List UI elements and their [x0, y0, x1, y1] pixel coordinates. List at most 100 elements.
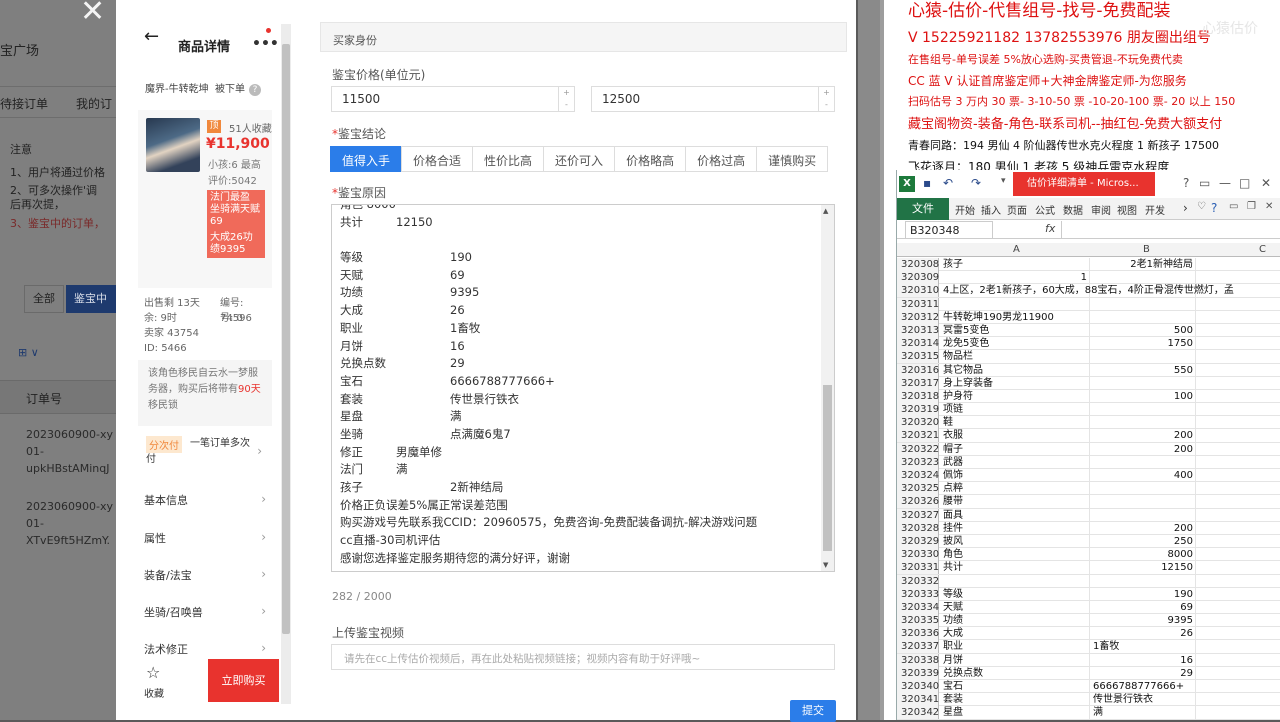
ribbon-display-icon[interactable]: ▭ [1199, 176, 1210, 190]
cell-b[interactable]: 69 [1091, 601, 1193, 614]
conclusion-option-worth-buying[interactable]: 值得入手 [330, 146, 403, 172]
row-number[interactable]: 320310 [897, 284, 939, 298]
minimize-workbook-icon[interactable]: ▭ [1229, 201, 1238, 212]
maximize-icon[interactable]: □ [1239, 176, 1250, 190]
preview-scrollbar[interactable] [281, 24, 291, 704]
cell-a[interactable]: 武器 [943, 456, 963, 469]
sheet-row[interactable]: 320328 挂件 200 [897, 521, 1280, 535]
cell-a[interactable]: 面具 [943, 509, 963, 522]
column-header-c[interactable]: C [1259, 244, 1266, 255]
cell-a[interactable]: 宝石 [943, 680, 963, 693]
ribbon-tab[interactable]: 数据 [1063, 202, 1083, 217]
row-number[interactable]: 320314 [897, 337, 939, 351]
cell-b[interactable]: 1畜牧 [1093, 640, 1119, 653]
sheet-row[interactable]: 320311 [897, 297, 1280, 311]
sheet-row[interactable]: 320315 物品栏 [897, 350, 1280, 364]
row-number[interactable]: 320316 [897, 363, 939, 377]
close-icon[interactable]: ✕ [80, 0, 105, 29]
star-icon[interactable]: ☆ [146, 663, 160, 682]
formula-input[interactable] [1061, 221, 1280, 239]
cell-a[interactable]: 角色 [943, 548, 963, 561]
row-number[interactable]: 320337 [897, 640, 939, 654]
help-icon[interactable]: ? [248, 84, 261, 96]
conclusion-option-too-high[interactable]: 价格过高 [685, 146, 758, 172]
cell-b[interactable]: 12150 [1091, 561, 1193, 574]
sheet-row[interactable]: 320313 冥雷5变色 500 [897, 323, 1280, 338]
sheet-row[interactable]: 320327 面具 [897, 508, 1280, 522]
excel-app-icon[interactable]: X [899, 176, 915, 192]
ribbon-tab[interactable]: 页面 [1007, 202, 1027, 217]
favorite-label[interactable]: 收藏 [144, 685, 164, 700]
bg-tab-pending[interactable]: 待接订单 [0, 95, 48, 112]
row-number[interactable]: 320338 [897, 653, 939, 667]
conclusion-option-caution[interactable]: 谨慎购买 [756, 146, 829, 172]
row-number[interactable]: 320317 [897, 376, 939, 390]
scrollbar-thumb[interactable] [282, 44, 290, 634]
sheet-row[interactable]: 320316 其它物品 550 [897, 363, 1280, 377]
row-number[interactable]: 320309 [897, 271, 939, 285]
ribbon-scroll-icon[interactable]: › [1183, 201, 1188, 215]
cell-b[interactable]: 550 [1091, 364, 1193, 377]
cell-a[interactable]: 套装 [943, 693, 963, 706]
row-number[interactable]: 320319 [897, 403, 939, 417]
help-circle-icon[interactable]: ? [1211, 201, 1217, 215]
row-number[interactable]: 320342 [897, 706, 939, 720]
row-number[interactable]: 320322 [897, 442, 939, 456]
price-max-input[interactable]: 12500 + - [591, 86, 835, 112]
sheet-row[interactable]: 320309 1 [897, 271, 1280, 285]
back-arrow-icon[interactable]: ← [144, 26, 159, 47]
cell-b[interactable]: 500 [1091, 324, 1193, 337]
sheet-row[interactable]: 320321 衣服 200 [897, 429, 1280, 443]
sheet-row[interactable]: 320334 天赋 69 [897, 600, 1280, 615]
cell-b[interactable]: 190 [1091, 588, 1193, 601]
table-row[interactable]: 2023060900-xy 01- XTvE9ft5HZmY. [26, 498, 113, 549]
customize-toolbar-icon[interactable]: ▾ [1001, 176, 1006, 186]
row-number[interactable]: 320324 [897, 469, 939, 482]
sheet-row[interactable]: 320330 角色 8000 [897, 548, 1280, 562]
cell-b[interactable]: 16 [1091, 654, 1193, 667]
save-icon[interactable]: ▪ [923, 176, 931, 190]
textarea-scrollbar[interactable]: ▲ ▼ [821, 205, 834, 571]
heart-icon[interactable]: ♡ [1197, 201, 1206, 212]
video-link-input[interactable]: 请先在cc上传估价视频后，再在此处粘贴视频链接；视频内容有助于好评哦~ [331, 644, 835, 670]
ribbon-tab[interactable]: 审阅 [1091, 202, 1111, 217]
row-number[interactable]: 320329 [897, 534, 939, 548]
column-header-a[interactable]: A [1013, 244, 1020, 255]
sheet-row[interactable]: 320329 披风 250 [897, 534, 1280, 549]
row-number[interactable]: 320311 [897, 297, 939, 311]
cell-a[interactable]: 腰带 [943, 495, 963, 508]
row-number[interactable]: 320326 [897, 495, 939, 509]
sheet-row[interactable]: 320317 身上穿装备 [897, 376, 1280, 390]
cell-a[interactable]: 护身符 [943, 390, 973, 403]
cell-a[interactable]: 兑换点数 [943, 667, 983, 680]
row-number[interactable]: 320312 [897, 310, 939, 324]
close-workbook-icon[interactable]: ✕ [1265, 201, 1273, 212]
file-tab[interactable]: 文件 [897, 198, 949, 220]
price-min-stepper[interactable]: + - [558, 87, 574, 111]
cell-a[interactable]: 月饼 [943, 654, 963, 667]
sheet-row[interactable]: 320342 星盘 满 [897, 706, 1280, 720]
fx-icon[interactable]: fx [1045, 222, 1055, 235]
cell-a[interactable]: 披风 [943, 535, 963, 548]
cell-a[interactable]: 物品栏 [943, 350, 973, 363]
sheet-row[interactable]: 320337 职业 1畜牧 [897, 640, 1280, 654]
conclusion-option-fair-price[interactable]: 价格合适 [401, 146, 474, 172]
ribbon-tab[interactable]: 开发 [1145, 202, 1165, 217]
sheet-row[interactable]: 320333 等级 190 [897, 587, 1280, 601]
sheet-row[interactable]: 320318 护身符 100 [897, 389, 1280, 404]
sheet-row[interactable]: 320322 帽子 200 [897, 442, 1280, 456]
row-number[interactable]: 320321 [897, 429, 939, 443]
row-number[interactable]: 320339 [897, 666, 939, 680]
sheet-row[interactable]: 320339 兑换点数 29 [897, 666, 1280, 680]
sheet-grid[interactable]: 320308 孩子 2老1新神结局 320309 1 320310 4上区，2老1新孩子，6… [897, 258, 1280, 720]
sheet-row[interactable]: 320340 宝石 6666788777666+ [897, 680, 1280, 694]
undo-icon[interactable]: ↶ [943, 176, 953, 190]
sheet-row[interactable]: 320332 [897, 574, 1280, 588]
name-box[interactable]: B320348 [905, 221, 993, 239]
bg-filter-all[interactable]: 全部 [24, 285, 64, 313]
ribbon-tab[interactable]: 视图 [1117, 202, 1137, 217]
cell-a[interactable]: 点粹 [943, 482, 963, 495]
grid-view-icon[interactable]: ⊞ ∨ [18, 346, 39, 359]
cell-b[interactable]: 200 [1091, 443, 1193, 456]
modal-scrollbar[interactable] [858, 0, 880, 720]
